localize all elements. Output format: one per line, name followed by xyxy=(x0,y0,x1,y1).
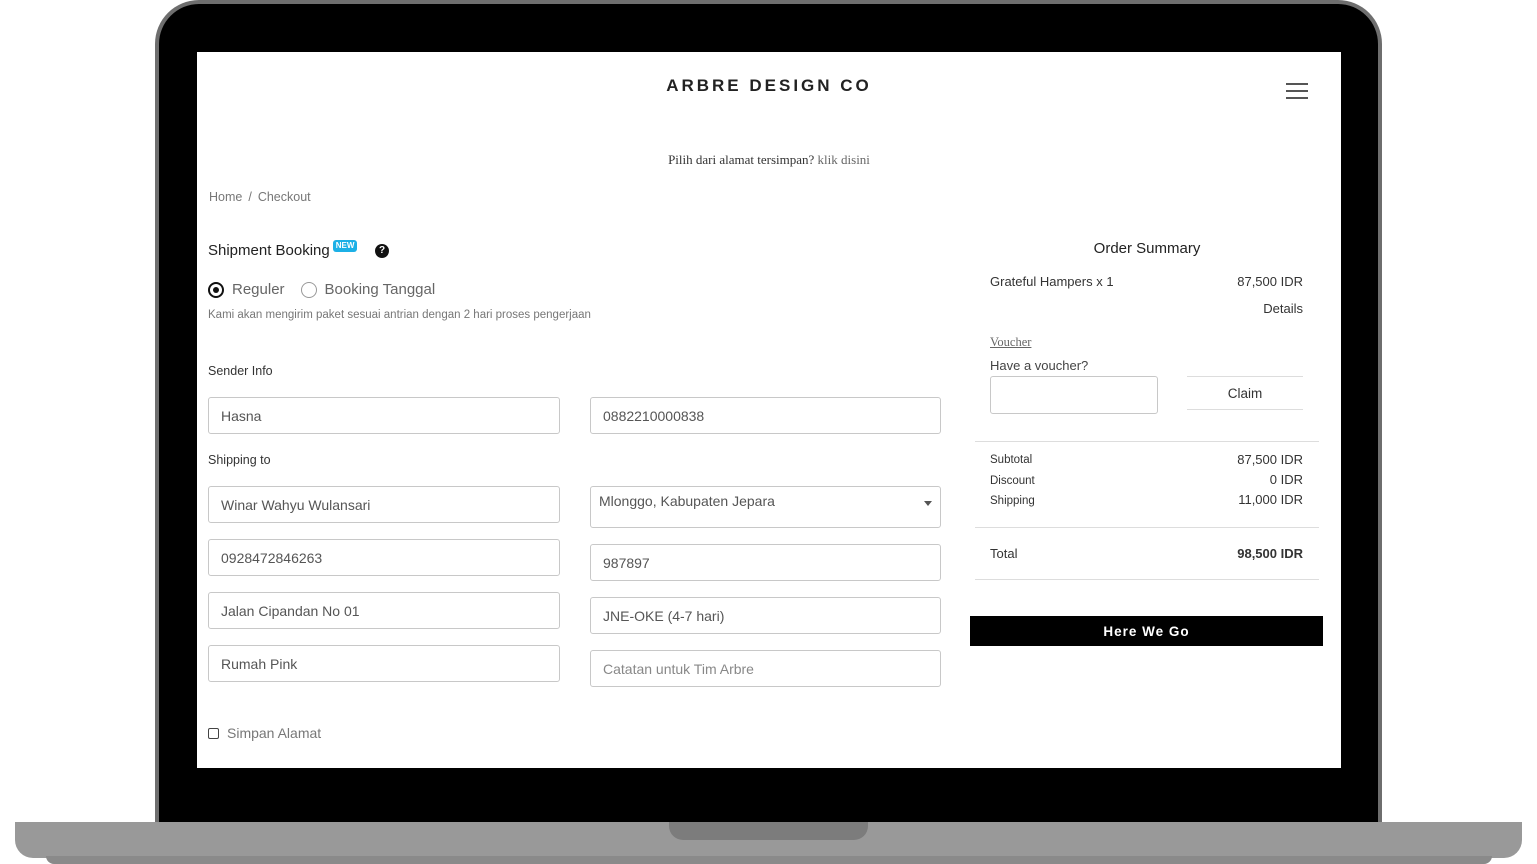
question-help-icon[interactable]: ? xyxy=(375,244,389,258)
shipment-booking-label: Shipment Booking xyxy=(208,242,330,259)
breadcrumb-home[interactable]: Home xyxy=(209,190,242,204)
voucher-prompt: Have a voucher? xyxy=(990,358,1089,373)
saved-address-text: Pilih dari alamat tersimpan? xyxy=(668,152,815,167)
summary-divider xyxy=(975,441,1319,442)
shipment-options: Reguler Booking Tanggal xyxy=(208,281,451,298)
order-summary-title: Order Summary xyxy=(1093,240,1201,257)
address-note-field[interactable]: Rumah Pink xyxy=(208,645,560,682)
reguler-label[interactable]: Reguler xyxy=(232,281,285,298)
total-label: Total xyxy=(990,546,1018,561)
shipping-value: 11,000 IDR xyxy=(1238,492,1303,507)
here-we-go-button[interactable]: Here We Go xyxy=(970,616,1323,646)
sender-info-label: Sender Info xyxy=(208,364,273,378)
shipment-booking-title: Shipment Booking NEW xyxy=(208,240,358,259)
subtotal-label: Subtotal xyxy=(990,454,1033,466)
courier-field[interactable]: JNE-OKE (4-7 hari) xyxy=(590,597,941,634)
save-address-label[interactable]: Simpan Alamat xyxy=(227,725,321,741)
booking-tanggal-label[interactable]: Booking Tanggal xyxy=(325,281,436,298)
new-badge: NEW xyxy=(332,240,358,252)
subtotal-value: 87,500 IDR xyxy=(1237,452,1303,467)
claim-button[interactable]: Claim xyxy=(1187,376,1303,410)
area-select-value: Mlonggo, Kabupaten Jepara xyxy=(599,493,775,509)
team-note-field[interactable]: Catatan untuk Tim Arbre xyxy=(590,650,941,687)
recipient-name-field[interactable]: Winar Wahyu Wulansari xyxy=(208,486,560,523)
summary-divider xyxy=(975,579,1319,580)
reguler-radio[interactable] xyxy=(208,281,224,298)
postal-code-field[interactable]: 987897 xyxy=(590,544,941,581)
sender-name-field[interactable]: Hasna xyxy=(208,397,560,434)
shipping-to-label: Shipping to xyxy=(208,453,271,467)
recipient-phone-field[interactable]: 0928472846263 xyxy=(208,539,560,576)
save-address-row: Simpan Alamat xyxy=(208,725,321,741)
saved-address-prompt: Pilih dari alamat tersimpan? klik disini xyxy=(197,152,1341,168)
chevron-down-icon xyxy=(924,501,932,506)
laptop-base-edge xyxy=(46,856,1492,864)
discount-value: 0 IDR xyxy=(1269,472,1303,487)
breadcrumb: Home / Checkout xyxy=(209,190,311,204)
laptop-notch xyxy=(669,822,868,840)
brand-logo[interactable]: ARBRE DESIGN CO xyxy=(197,76,1341,96)
address-field[interactable]: Jalan Cipandan No 01 xyxy=(208,592,560,629)
saved-address-link[interactable]: klik disini xyxy=(818,152,870,167)
save-address-checkbox[interactable] xyxy=(208,727,219,739)
breadcrumb-separator: / xyxy=(248,190,252,204)
details-link[interactable]: Details xyxy=(1183,301,1303,316)
voucher-link[interactable]: Voucher xyxy=(990,335,1031,350)
sender-phone-field[interactable]: 0882210000838 xyxy=(590,397,941,434)
shipment-description: Kami akan mengirim paket sesuai antrian … xyxy=(208,309,591,321)
breadcrumb-current: Checkout xyxy=(257,190,311,204)
discount-label: Discount xyxy=(990,475,1035,487)
hamburger-menu-icon[interactable] xyxy=(1286,83,1308,99)
booking-tanggal-radio[interactable] xyxy=(300,281,317,298)
checkout-page: ARBRE DESIGN CO Pilih dari alamat tersim… xyxy=(197,52,1341,768)
total-value: 98,500 IDR xyxy=(1237,546,1303,561)
item-name: Grateful Hampers x 1 xyxy=(990,274,1114,289)
shipping-label: Shipping xyxy=(990,495,1035,507)
summary-divider xyxy=(975,527,1319,528)
area-select[interactable]: Mlonggo, Kabupaten Jepara xyxy=(590,486,941,528)
voucher-input[interactable] xyxy=(990,376,1158,414)
item-price: 87,500 IDR xyxy=(1237,274,1303,289)
